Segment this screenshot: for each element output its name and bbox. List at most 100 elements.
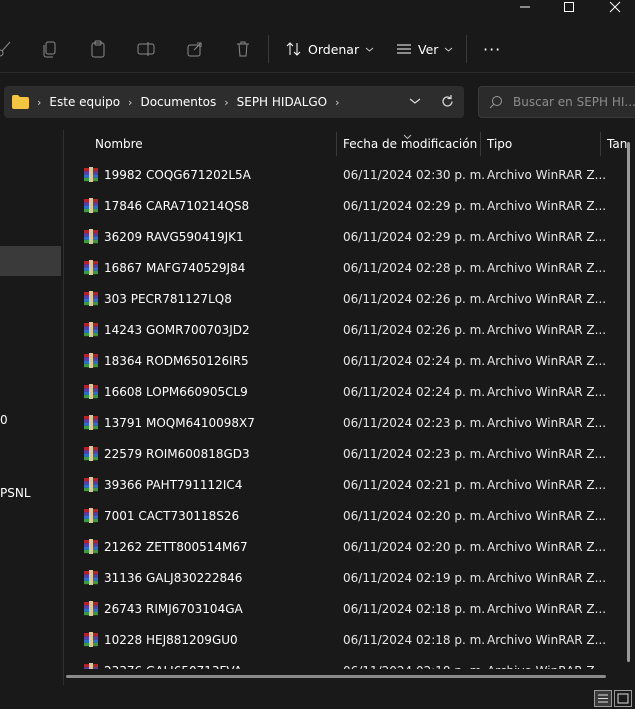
file-type: Archivo WinRAR Z...: [487, 632, 607, 647]
table-row[interactable]: 16867 MAFG740529J84 06/11/2024 02:28 p. m…: [64, 252, 606, 283]
file-date: 06/11/2024 02:20 p. m.: [343, 539, 486, 554]
toolbar-separator: [268, 35, 269, 63]
column-header-type[interactable]: Tipo: [487, 130, 512, 157]
file-name-cell: 26743 RIMJ6703104GA: [83, 593, 243, 624]
column-header-date[interactable]: Fecha de modificación: [343, 130, 477, 157]
close-button[interactable]: [595, 0, 635, 14]
delete-icon[interactable]: [233, 39, 253, 59]
column-header-name[interactable]: Nombre: [95, 130, 143, 157]
file-date: 06/11/2024 02:29 p. m.: [343, 198, 486, 213]
file-date: 06/11/2024 02:29 p. m.: [343, 229, 486, 244]
view-button[interactable]: Ver: [396, 37, 453, 61]
sort-button[interactable]: Ordenar: [286, 37, 374, 61]
table-row[interactable]: 26743 RIMJ6703104GA 06/11/2024 02:18 p. m…: [64, 593, 606, 624]
column-divider[interactable]: [480, 132, 481, 156]
share-icon[interactable]: [185, 39, 205, 59]
file-name: 26743 RIMJ6703104GA: [104, 601, 243, 616]
table-row[interactable]: 21262 ZETT800514M67 06/11/2024 02:20 p. m…: [64, 531, 606, 562]
file-type: Archivo WinRAR Z...: [487, 655, 606, 670]
file-name-cell: 16867 MAFG740529J84: [83, 252, 245, 283]
table-row[interactable]: 14243 GOMR700703JD2 06/11/2024 02:26 p. m…: [64, 314, 606, 345]
more-options-button[interactable]: ···: [483, 37, 501, 61]
file-name: 31136 GALJ830222846: [104, 570, 243, 585]
winrar-archive-icon: [84, 322, 98, 337]
table-row[interactable]: 23376 GALJ650713FVA 06/11/2024 02:18 p. m…: [64, 655, 606, 669]
table-row[interactable]: 7001 CACT730118S26 06/11/2024 02:20 p. m.…: [64, 500, 606, 531]
breadcrumb-seph-hidalgo[interactable]: SEPH HIDALGO: [237, 95, 328, 109]
file-date: 06/11/2024 02:20 p. m.: [343, 508, 486, 523]
table-row[interactable]: 22579 ROIM600818GD3 06/11/2024 02:23 p. m…: [64, 438, 606, 469]
table-row[interactable]: 18364 RODM650126IR5 06/11/2024 02:24 p. m…: [64, 345, 606, 376]
file-date: 06/11/2024 02:23 p. m.: [343, 415, 486, 430]
more-icon: ···: [483, 39, 502, 59]
search-icon: [489, 96, 502, 109]
rename-icon[interactable]: [136, 39, 156, 59]
table-row[interactable]: 17846 CARA710214QS8 06/11/2024 02:29 p. m…: [64, 190, 606, 221]
file-name: 36209 RAVG590419JK1: [104, 229, 244, 244]
maximize-button[interactable]: [549, 0, 589, 14]
winrar-archive-icon: [84, 477, 98, 492]
file-name-cell: 14243 GOMR700703JD2: [83, 314, 250, 345]
file-name-cell: 13791 MOQM6410098X7: [83, 407, 255, 438]
file-type: Archivo WinRAR Z...: [487, 167, 607, 182]
file-date: 06/11/2024 02:18 p. m.: [343, 655, 485, 670]
file-type: Archivo WinRAR Z...: [487, 198, 607, 213]
toolbar-separator: [466, 35, 467, 63]
file-type: Archivo WinRAR Z...: [487, 415, 607, 430]
file-list: 19982 COQG671202L5A 06/11/2024 02:30 p. m…: [0, 159, 635, 669]
cut-icon[interactable]: [0, 39, 14, 59]
column-divider[interactable]: [336, 132, 337, 156]
refresh-button[interactable]: [440, 94, 455, 112]
minimize-button[interactable]: [505, 0, 545, 14]
table-row[interactable]: 303 PECR781127LQ8 06/11/2024 02:26 p. m. A…: [64, 283, 606, 314]
breadcrumb-este-equipo[interactable]: Este equipo: [49, 95, 120, 109]
table-row[interactable]: 39366 PAHT791112IC4 06/11/2024 02:21 p. m…: [64, 469, 606, 500]
file-name-cell: 23376 GALJ650713FVA: [83, 655, 242, 669]
chevron-down-icon: [445, 47, 453, 52]
table-row[interactable]: 10228 HEJ881209GU0 06/11/2024 02:18 p. m.…: [64, 624, 606, 655]
file-name: 18364 RODM650126IR5: [104, 353, 249, 368]
winrar-archive-icon: [84, 260, 98, 275]
table-row[interactable]: 16608 LOPM660905CL9 06/11/2024 02:24 p. m…: [64, 376, 606, 407]
view-label: Ver: [418, 41, 439, 57]
chevron-down-icon: [409, 98, 421, 104]
breadcrumb-documentos[interactable]: Documentos: [140, 95, 216, 109]
large-icons-view-button[interactable]: [614, 690, 632, 707]
vertical-scrollbar[interactable]: [627, 142, 630, 662]
file-name-cell: 36209 RAVG590419JK1: [83, 221, 244, 252]
column-divider[interactable]: [600, 132, 601, 156]
toolbar-border: [0, 72, 635, 73]
search-box[interactable]: Buscar en SEPH HI...: [478, 86, 635, 118]
column-header-size[interactable]: Tan: [607, 130, 627, 157]
file-name-cell: 39366 PAHT791112IC4: [83, 469, 242, 500]
sort-label: Ordenar: [308, 41, 360, 57]
winrar-archive-icon: [84, 353, 98, 368]
address-bar[interactable]: › Este equipo › Documentos › SEPH HIDALG…: [4, 86, 464, 118]
copy-icon[interactable]: [40, 39, 60, 59]
horizontal-scrollbar[interactable]: [66, 675, 606, 678]
paste-icon[interactable]: [88, 39, 108, 59]
table-row[interactable]: 31136 GALJ830222846 06/11/2024 02:19 p. m…: [64, 562, 606, 593]
file-name: 303 PECR781127LQ8: [104, 291, 232, 306]
view-icon: [397, 44, 411, 54]
file-date: 06/11/2024 02:19 p. m.: [343, 570, 486, 585]
details-view-button[interactable]: [594, 690, 612, 707]
file-name-cell: 19982 COQG671202L5A: [83, 159, 251, 190]
file-name-cell: 10228 HEJ881209GU0: [83, 624, 238, 655]
file-name-cell: 22579 ROIM600818GD3: [83, 438, 250, 469]
file-date: 06/11/2024 02:21 p. m.: [343, 477, 486, 492]
file-name-cell: 31136 GALJ830222846: [83, 562, 242, 593]
file-name: 22579 ROIM600818GD3: [104, 446, 250, 461]
table-row[interactable]: 19982 COQG671202L5A 06/11/2024 02:30 p. m…: [64, 159, 606, 190]
address-history-button[interactable]: [409, 95, 421, 110]
file-date: 06/11/2024 02:28 p. m.: [343, 260, 486, 275]
file-name: 7001 CACT730118S26: [104, 508, 240, 523]
chevron-down-icon: [365, 47, 374, 52]
table-row[interactable]: 13791 MOQM6410098X7 06/11/2024 02:23 p. m…: [64, 407, 606, 438]
file-name: 39366 PAHT791112IC4: [104, 477, 243, 492]
file-name: 23376 GALJ650713FVA: [104, 664, 242, 670]
table-row[interactable]: 36209 RAVG590419JK1 06/11/2024 02:29 p. m…: [64, 221, 606, 252]
details-view-icon: [598, 694, 608, 703]
file-name-cell: 303 PECR781127LQ8: [83, 283, 232, 314]
file-name: 21262 ZETT800514M67: [104, 539, 248, 554]
